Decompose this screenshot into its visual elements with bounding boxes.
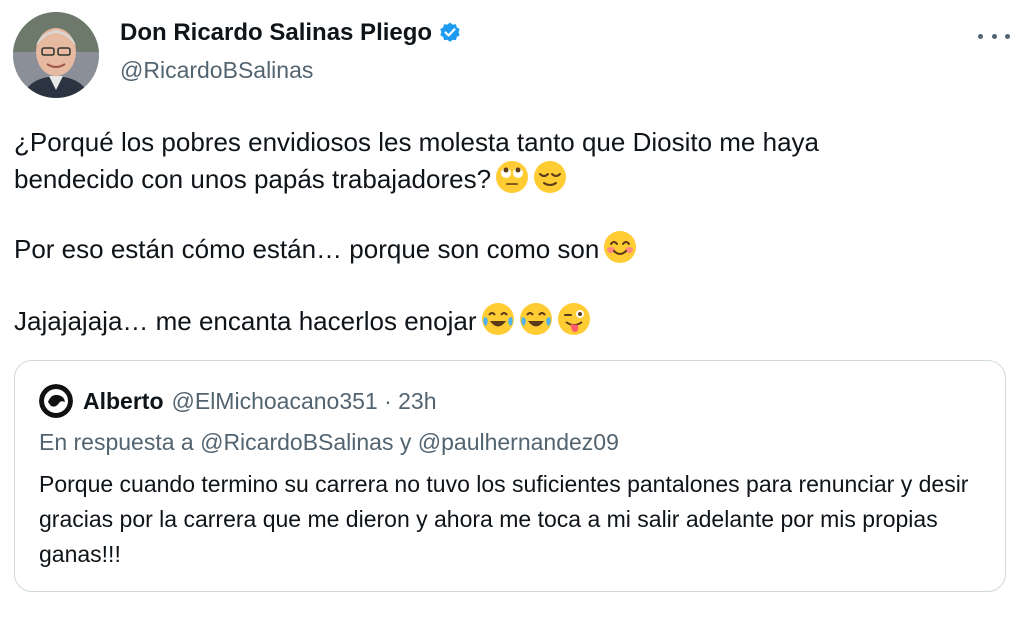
tweet-text-line-2-text: bendecido con unos papás trabajadores? [14,164,492,194]
quoted-tweet-card[interactable]: Alberto @ElMichoacano351 · 23h En respue… [14,360,1006,592]
face-with-tears-of-joy-emoji-icon [481,303,514,335]
quoted-author-avatar[interactable] [39,384,73,418]
quoted-reply-context[interactable]: En respuesta a @RicardoBSalinas y @paulh… [39,429,619,456]
tweet-text-para-3-text: Jajajajaja… me encanta hacerlos enojar [14,306,477,336]
face-with-rolling-eyes-emoji-icon [496,161,529,193]
quoted-author-meta[interactable]: @ElMichoacano351 · 23h [172,388,437,415]
author-name-row: Don Ricardo Salinas Pliego [120,18,462,48]
tweet-text-para-2-text: Por eso están cómo están… porque son com… [14,234,600,264]
quoted-author-name[interactable]: Alberto [83,388,164,415]
quoted-tweet-header: Alberto @ElMichoacano351 · 23h [39,384,437,418]
author-handle[interactable]: @RicardoBSalinas [120,55,313,85]
more-options-icon[interactable] [978,26,1010,46]
relieved-face-emoji-icon [534,161,567,193]
smiling-face-with-smiling-eyes-emoji-icon [604,231,637,263]
face-with-tears-of-joy-emoji-icon [519,303,552,335]
tweet-text-para-2: Por eso están cómo están… porque son com… [14,230,637,267]
quoted-tweet-text: Porque cuando termino su carrera no tuvo… [39,471,969,567]
verified-badge-icon[interactable] [438,21,462,45]
author-avatar[interactable] [13,12,99,98]
tweet-text-line-1: ¿Porqué los pobres envidiosos les molest… [14,127,819,157]
tweet-text-para-3: Jajajajaja… me encanta hacerlos enojar [14,302,591,339]
author-display-name[interactable]: Don Ricardo Salinas Pliego [120,18,432,48]
winking-face-with-tongue-emoji-icon [557,303,590,335]
tweet-text-line-2: bendecido con unos papás trabajadores? [14,160,567,197]
